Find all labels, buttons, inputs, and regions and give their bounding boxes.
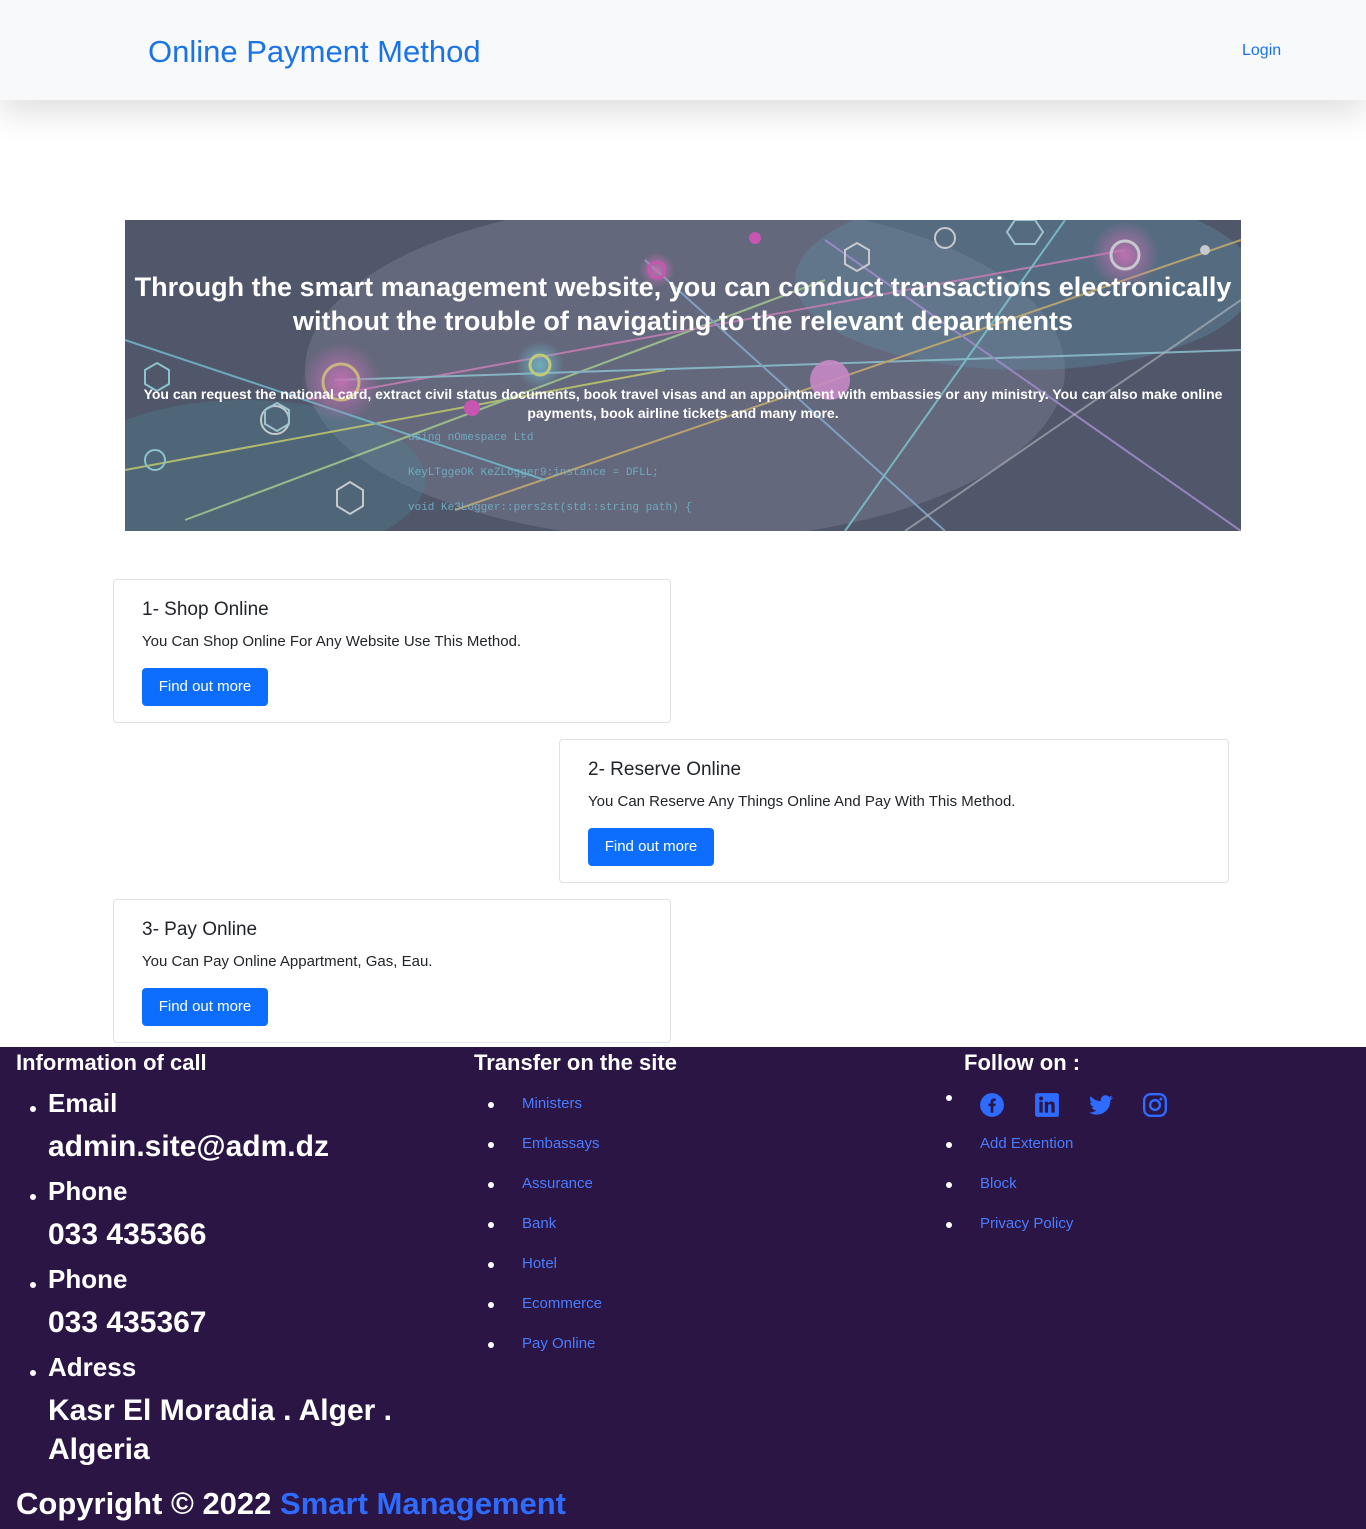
facebook-icon[interactable]: [979, 1092, 1005, 1118]
list-bullet: [946, 1222, 952, 1228]
instagram-icon[interactable]: [1142, 1092, 1168, 1118]
card-title: 2- Reserve Online: [588, 759, 742, 780]
linkedin-icon[interactable]: [1034, 1092, 1060, 1118]
phone-label: Phone: [48, 1264, 128, 1294]
link-ministers[interactable]: Ministers: [522, 1094, 582, 1114]
navbar: Online Payment Method Login: [0, 0, 1366, 100]
list-bullet: [488, 1342, 494, 1348]
card-text: You Can Shop Online For Any Website Use …: [142, 633, 522, 650]
hero-overlay: [125, 220, 1241, 531]
card-text: You Can Reserve Any Things Online And Pa…: [588, 793, 1016, 810]
hero-subtitle: You can request the national card, extra…: [143, 386, 1223, 421]
find-out-more-button[interactable]: Find out more: [588, 828, 714, 866]
copyright: Copyright © 2022 Smart Management: [16, 1484, 566, 1524]
phone-value: 033 435366: [48, 1218, 207, 1251]
link-privacy-policy[interactable]: Privacy Policy: [980, 1214, 1073, 1234]
list-bullet: [488, 1262, 494, 1268]
list-bullet: [30, 1106, 36, 1112]
list-bullet: [488, 1302, 494, 1308]
follow-heading: Follow on :: [964, 1050, 1081, 1075]
info-heading: Information of call: [16, 1050, 207, 1075]
card-reserve-online: 2- Reserve Online You Can Reserve Any Th…: [559, 739, 1229, 883]
copyright-brand-link[interactable]: Smart Management: [280, 1486, 566, 1521]
list-bullet: [946, 1142, 952, 1148]
hero-banner: using nOmespace Ltd KeyLTggeOK KeZLogger…: [125, 220, 1241, 531]
copyright-text: Copyright © 2022: [16, 1486, 272, 1521]
brand-link[interactable]: Online Payment Method: [148, 32, 481, 72]
list-bullet: [946, 1182, 952, 1188]
link-ecommerce[interactable]: Ecommerce: [522, 1294, 602, 1314]
link-block[interactable]: Block: [980, 1174, 1017, 1194]
link-pay-online[interactable]: Pay Online: [522, 1334, 595, 1354]
find-out-more-button[interactable]: Find out more: [142, 668, 268, 706]
link-assurance[interactable]: Assurance: [522, 1174, 593, 1194]
email-label: Email: [48, 1088, 118, 1118]
link-embassays[interactable]: Embassays: [522, 1134, 600, 1154]
list-bullet: [488, 1142, 494, 1148]
list-bullet: [488, 1102, 494, 1108]
list-bullet: [488, 1222, 494, 1228]
email-value: admin.site@adm.dz: [48, 1130, 329, 1163]
card-shop-online: 1- Shop Online You Can Shop Online For A…: [113, 579, 671, 723]
list-bullet: [30, 1282, 36, 1288]
link-hotel[interactable]: Hotel: [522, 1254, 557, 1274]
link-bank[interactable]: Bank: [522, 1214, 556, 1234]
list-bullet: [30, 1370, 36, 1376]
hero-title: Through the smart management website, yo…: [134, 272, 1232, 336]
card-title: 3- Pay Online: [142, 919, 258, 940]
address-value: Kasr El Moradia . Alger . Algeria: [48, 1394, 392, 1466]
phone-label: Phone: [48, 1176, 128, 1206]
twitter-icon[interactable]: [1088, 1092, 1114, 1118]
transfer-heading: Transfer on the site: [474, 1050, 677, 1075]
address-label: Adress: [48, 1352, 137, 1382]
footer: Information of call Email admin.site@adm…: [0, 1047, 1366, 1529]
card-pay-online: 3- Pay Online You Can Pay Online Appartm…: [113, 899, 671, 1043]
card-title: 1- Shop Online: [142, 599, 269, 620]
list-bullet: [488, 1182, 494, 1188]
list-bullet: [30, 1194, 36, 1200]
card-text: You Can Pay Online Appartment, Gas, Eau.: [142, 953, 433, 970]
link-add-extention[interactable]: Add Extention: [980, 1134, 1073, 1154]
phone-value: 033 435367: [48, 1306, 207, 1339]
login-link[interactable]: Login: [1242, 40, 1281, 62]
find-out-more-button[interactable]: Find out more: [142, 988, 268, 1026]
list-bullet: [946, 1095, 952, 1101]
